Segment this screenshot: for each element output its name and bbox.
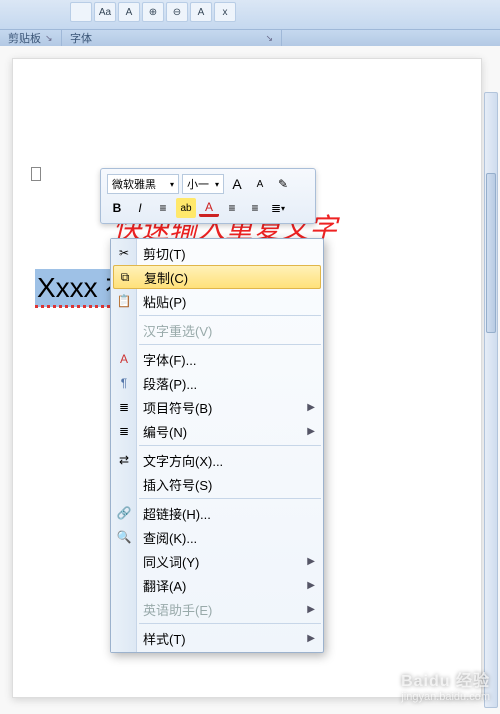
context-menu-icon: A — [116, 351, 132, 367]
context-menu-separator — [139, 315, 321, 316]
context-menu-label: 汉字重选(V) — [143, 321, 212, 340]
context-menu-separator — [139, 498, 321, 499]
context-menu: ✂ 剪切(T) ⧉ 复制(C) 📋 粘贴(P) 汉字重选(V) A 字体(F)... ¶ 段落(P)… — [110, 238, 324, 653]
expand-icon[interactable]: ↘ — [265, 33, 273, 44]
indent-dec-button[interactable]: ≡ — [222, 198, 242, 218]
context-menu-item[interactable]: ≣ 编号(N) ▶ — [111, 419, 323, 443]
ribbon-btn[interactable]: ⊕ — [142, 2, 164, 22]
context-menu-icon: ¶ — [116, 375, 132, 391]
context-menu-label: 文字方向(X)... — [143, 451, 223, 470]
context-menu-label: 超链接(H)... — [143, 504, 211, 523]
submenu-arrow-icon: ▶ — [307, 580, 315, 591]
ribbon-btn[interactable]: A — [190, 2, 212, 22]
vertical-scrollbar[interactable] — [484, 92, 498, 708]
bullets-button[interactable]: ≣▾ — [268, 198, 288, 218]
context-menu-icon: ≣ — [116, 423, 132, 439]
context-menu-icon: 🔗 — [116, 505, 132, 521]
context-menu-item[interactable]: ⧉ 复制(C) — [113, 265, 321, 289]
context-menu-item[interactable]: 📋 粘贴(P) — [111, 289, 323, 313]
context-menu-label: 翻译(A) — [143, 576, 186, 595]
bold-button[interactable]: B — [107, 198, 127, 218]
context-menu-item[interactable]: ≣ 项目符号(B) ▶ — [111, 395, 323, 419]
align-button[interactable]: ≡ — [153, 198, 173, 218]
font-size-combo[interactable]: 小一▾ — [182, 174, 224, 194]
context-menu-label: 英语助手(E) — [143, 600, 212, 619]
ribbon-toolbar: Aa A ⊕ ⊖ A x — [0, 0, 500, 30]
ribbon-btn[interactable]: ⊖ — [166, 2, 188, 22]
context-menu-icon: 🔍 — [116, 529, 132, 545]
context-menu-icon: 📋 — [116, 293, 132, 309]
context-menu-label: 项目符号(B) — [143, 398, 212, 417]
expand-icon[interactable]: ↘ — [45, 33, 53, 44]
context-menu-icon: ≣ — [116, 399, 132, 415]
font-color-button[interactable]: A — [199, 200, 219, 217]
context-menu-separator — [139, 623, 321, 624]
watermark: Baidu 经验 jingyan.baidu.com — [401, 672, 490, 704]
submenu-arrow-icon: ▶ — [307, 556, 315, 567]
submenu-arrow-icon: ▶ — [307, 604, 315, 615]
context-menu-label: 编号(N) — [143, 422, 187, 441]
context-menu-item[interactable]: A 字体(F)... — [111, 347, 323, 371]
context-menu-item[interactable]: ✂ 剪切(T) — [111, 241, 323, 265]
context-menu-icon: ✂ — [116, 245, 132, 261]
ribbon-group-labels: 剪贴板 ↘ 字体 ↘ — [0, 30, 500, 46]
font-name-combo[interactable]: 微软雅黑▾ — [107, 174, 179, 194]
grow-font-button[interactable]: A — [227, 174, 247, 194]
context-menu-item[interactable]: ⇄ 文字方向(X)... — [111, 448, 323, 472]
context-menu-item[interactable]: 样式(T) ▶ — [111, 626, 323, 650]
ribbon-btn[interactable]: Aa — [94, 2, 116, 22]
ribbon-btn[interactable] — [70, 2, 92, 22]
context-menu-label: 插入符号(S) — [143, 475, 212, 494]
context-menu-item[interactable]: 翻译(A) ▶ — [111, 573, 323, 597]
context-menu-item: 汉字重选(V) — [111, 318, 323, 342]
watermark-logo: Baidu 经验 — [401, 672, 490, 691]
watermark-url: jingyan.baidu.com — [401, 691, 490, 704]
context-menu-label: 查阅(K)... — [143, 528, 197, 547]
highlight-button[interactable]: ab — [176, 198, 196, 218]
shrink-font-button[interactable]: A — [250, 174, 270, 194]
context-menu-item[interactable]: 🔍 查阅(K)... — [111, 525, 323, 549]
context-menu-icon: ⧉ — [117, 269, 133, 285]
context-menu-separator — [139, 344, 321, 345]
mini-toolbar: 微软雅黑▾ 小一▾ A A ✎ B I ≡ ab A ≡ ≡ ≣▾ — [100, 168, 316, 224]
indent-inc-button[interactable]: ≡ — [245, 198, 265, 218]
group-font-label: 字体 — [70, 30, 92, 46]
context-menu-item[interactable]: 🔗 超链接(H)... — [111, 501, 323, 525]
submenu-arrow-icon: ▶ — [307, 633, 315, 644]
context-menu-item[interactable]: ¶ 段落(P)... — [111, 371, 323, 395]
context-menu-label: 字体(F)... — [143, 350, 196, 369]
context-menu-icon: ⇄ — [116, 452, 132, 468]
submenu-arrow-icon: ▶ — [307, 402, 315, 413]
context-menu-label: 样式(T) — [143, 629, 186, 648]
context-menu-item[interactable]: 同义词(Y) ▶ — [111, 549, 323, 573]
ribbon-btn[interactable]: x — [214, 2, 236, 22]
italic-button[interactable]: I — [130, 198, 150, 218]
context-menu-label: 剪切(T) — [143, 244, 186, 263]
ribbon-btn[interactable]: A — [118, 2, 140, 22]
context-menu-label: 同义词(Y) — [143, 552, 199, 571]
cursor-marker — [31, 167, 41, 181]
context-menu-item[interactable]: 插入符号(S) — [111, 472, 323, 496]
format-painter-button[interactable]: ✎ — [273, 174, 293, 194]
context-menu-label: 粘贴(P) — [143, 292, 186, 311]
context-menu-label: 段落(P)... — [143, 374, 197, 393]
submenu-arrow-icon: ▶ — [307, 426, 315, 437]
group-clipboard-label: 剪贴板 — [8, 30, 41, 46]
context-menu-label: 复制(C) — [144, 268, 188, 287]
scrollbar-thumb[interactable] — [486, 173, 496, 333]
context-menu-item: 英语助手(E) ▶ — [111, 597, 323, 621]
context-menu-separator — [139, 445, 321, 446]
